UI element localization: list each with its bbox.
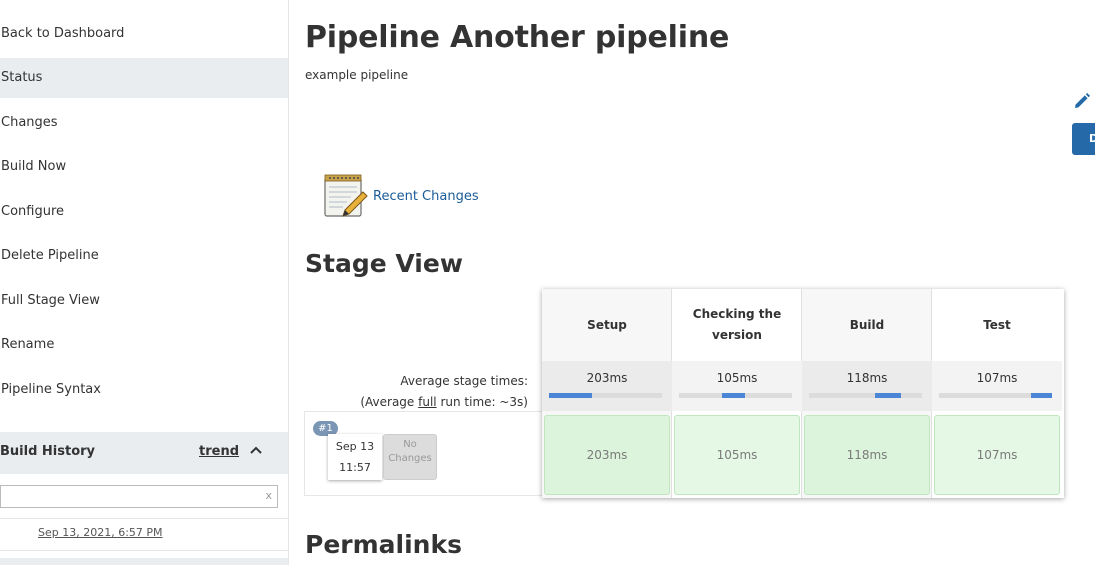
build-history-next-row bbox=[0, 558, 288, 565]
stage-progress-fill bbox=[874, 393, 901, 398]
stage-average-time: 107ms bbox=[976, 371, 1018, 385]
stage-cell-success[interactable]: 105ms bbox=[674, 415, 800, 495]
build-history-header: Build History trend bbox=[0, 432, 288, 474]
sidebar-item-configure[interactable]: Configure bbox=[0, 192, 288, 232]
stage-average: 105ms bbox=[672, 361, 802, 411]
stage-view-heading: Stage View bbox=[305, 249, 463, 278]
build-history-filter-input[interactable] bbox=[1, 486, 261, 508]
stage-header: Setup bbox=[587, 317, 627, 332]
permalinks-heading: Permalinks bbox=[305, 530, 462, 559]
recent-changes-link[interactable]: Recent Changes bbox=[373, 189, 479, 204]
edit-description-icon[interactable] bbox=[1073, 92, 1091, 110]
clear-filter-button[interactable]: x bbox=[265, 489, 272, 502]
notepad-icon bbox=[324, 174, 368, 217]
stage-progress-fill bbox=[549, 393, 592, 398]
stage-average-time: 105ms bbox=[716, 371, 758, 385]
stage-average: 118ms bbox=[802, 361, 932, 411]
stage-progress-bar bbox=[939, 393, 1052, 398]
stage-average: 203ms bbox=[542, 361, 672, 411]
stage-average: 107ms bbox=[932, 361, 1062, 411]
build-history-entry-link[interactable]: Sep 13, 2021, 6:57 PM bbox=[38, 526, 163, 539]
average-stage-times-label: Average stage times: (Average full run t… bbox=[345, 371, 528, 413]
build-history-trend-link[interactable]: trend bbox=[199, 444, 239, 459]
stage-header: Test bbox=[983, 317, 1011, 332]
full-run-time-link[interactable]: full bbox=[418, 395, 437, 409]
build-history-title: Build History bbox=[0, 444, 96, 459]
stage-view-table: Setup 203ms 203ms Checking the version 1… bbox=[542, 289, 1064, 498]
sidebar-item-build-now[interactable]: Build Now bbox=[0, 147, 288, 187]
page-title: Pipeline Another pipeline bbox=[305, 20, 730, 55]
build-history-filter: x bbox=[0, 485, 278, 508]
sidebar: Back to Dashboard Status Changes Build N… bbox=[0, 0, 289, 565]
build-time: 11:57 bbox=[339, 461, 371, 474]
stage-progress-fill bbox=[721, 393, 745, 398]
average-run-time-suffix: run time: ~3s) bbox=[436, 395, 528, 409]
average-stage-times-text: Average stage times: bbox=[400, 374, 528, 388]
sidebar-item-back-to-dashboard[interactable]: Back to Dashboard bbox=[0, 14, 288, 54]
sidebar-item-status[interactable]: Status bbox=[0, 58, 288, 98]
stage-progress-fill bbox=[1030, 393, 1052, 398]
stage-progress-bar bbox=[809, 393, 922, 398]
build-date: Sep 13 bbox=[335, 440, 375, 453]
stage-column-test: Test 107ms 107ms bbox=[932, 289, 1064, 498]
stage-cell-success[interactable]: 118ms bbox=[804, 415, 930, 495]
build-changes-box: No Changes bbox=[383, 434, 437, 480]
divider bbox=[0, 550, 288, 551]
stage-progress-bar bbox=[549, 393, 662, 398]
stage-header: Checking the version bbox=[692, 307, 782, 342]
stage-column-checking-the-version: Checking the version 105ms 105ms bbox=[672, 289, 802, 498]
stage-average-time: 118ms bbox=[846, 371, 888, 385]
stage-cell-success[interactable]: 203ms bbox=[544, 415, 670, 495]
stage-column-setup: Setup 203ms 203ms bbox=[542, 289, 672, 498]
stage-header: Build bbox=[849, 317, 885, 332]
disable-project-button[interactable]: D bbox=[1072, 123, 1095, 155]
pipeline-description: example pipeline bbox=[305, 68, 409, 82]
stage-column-build: Build 118ms 118ms bbox=[802, 289, 932, 498]
stage-average-time: 203ms bbox=[586, 371, 628, 385]
stage-progress-bar bbox=[679, 393, 792, 398]
sidebar-item-rename[interactable]: Rename bbox=[0, 325, 288, 365]
stage-cell-success[interactable]: 107ms bbox=[934, 415, 1060, 495]
divider bbox=[0, 518, 288, 519]
sidebar-item-changes[interactable]: Changes bbox=[0, 103, 288, 143]
sidebar-item-delete-pipeline[interactable]: Delete Pipeline bbox=[0, 236, 288, 276]
build-date-card[interactable]: Sep 13 11:57 bbox=[328, 434, 382, 480]
average-run-time-text: (Average full run time: ~3s) bbox=[345, 392, 528, 413]
sidebar-item-pipeline-syntax[interactable]: Pipeline Syntax bbox=[0, 370, 288, 410]
average-run-time-prefix: (Average bbox=[360, 395, 419, 409]
chevron-up-icon[interactable] bbox=[248, 442, 264, 458]
sidebar-item-full-stage-view[interactable]: Full Stage View bbox=[0, 281, 288, 321]
